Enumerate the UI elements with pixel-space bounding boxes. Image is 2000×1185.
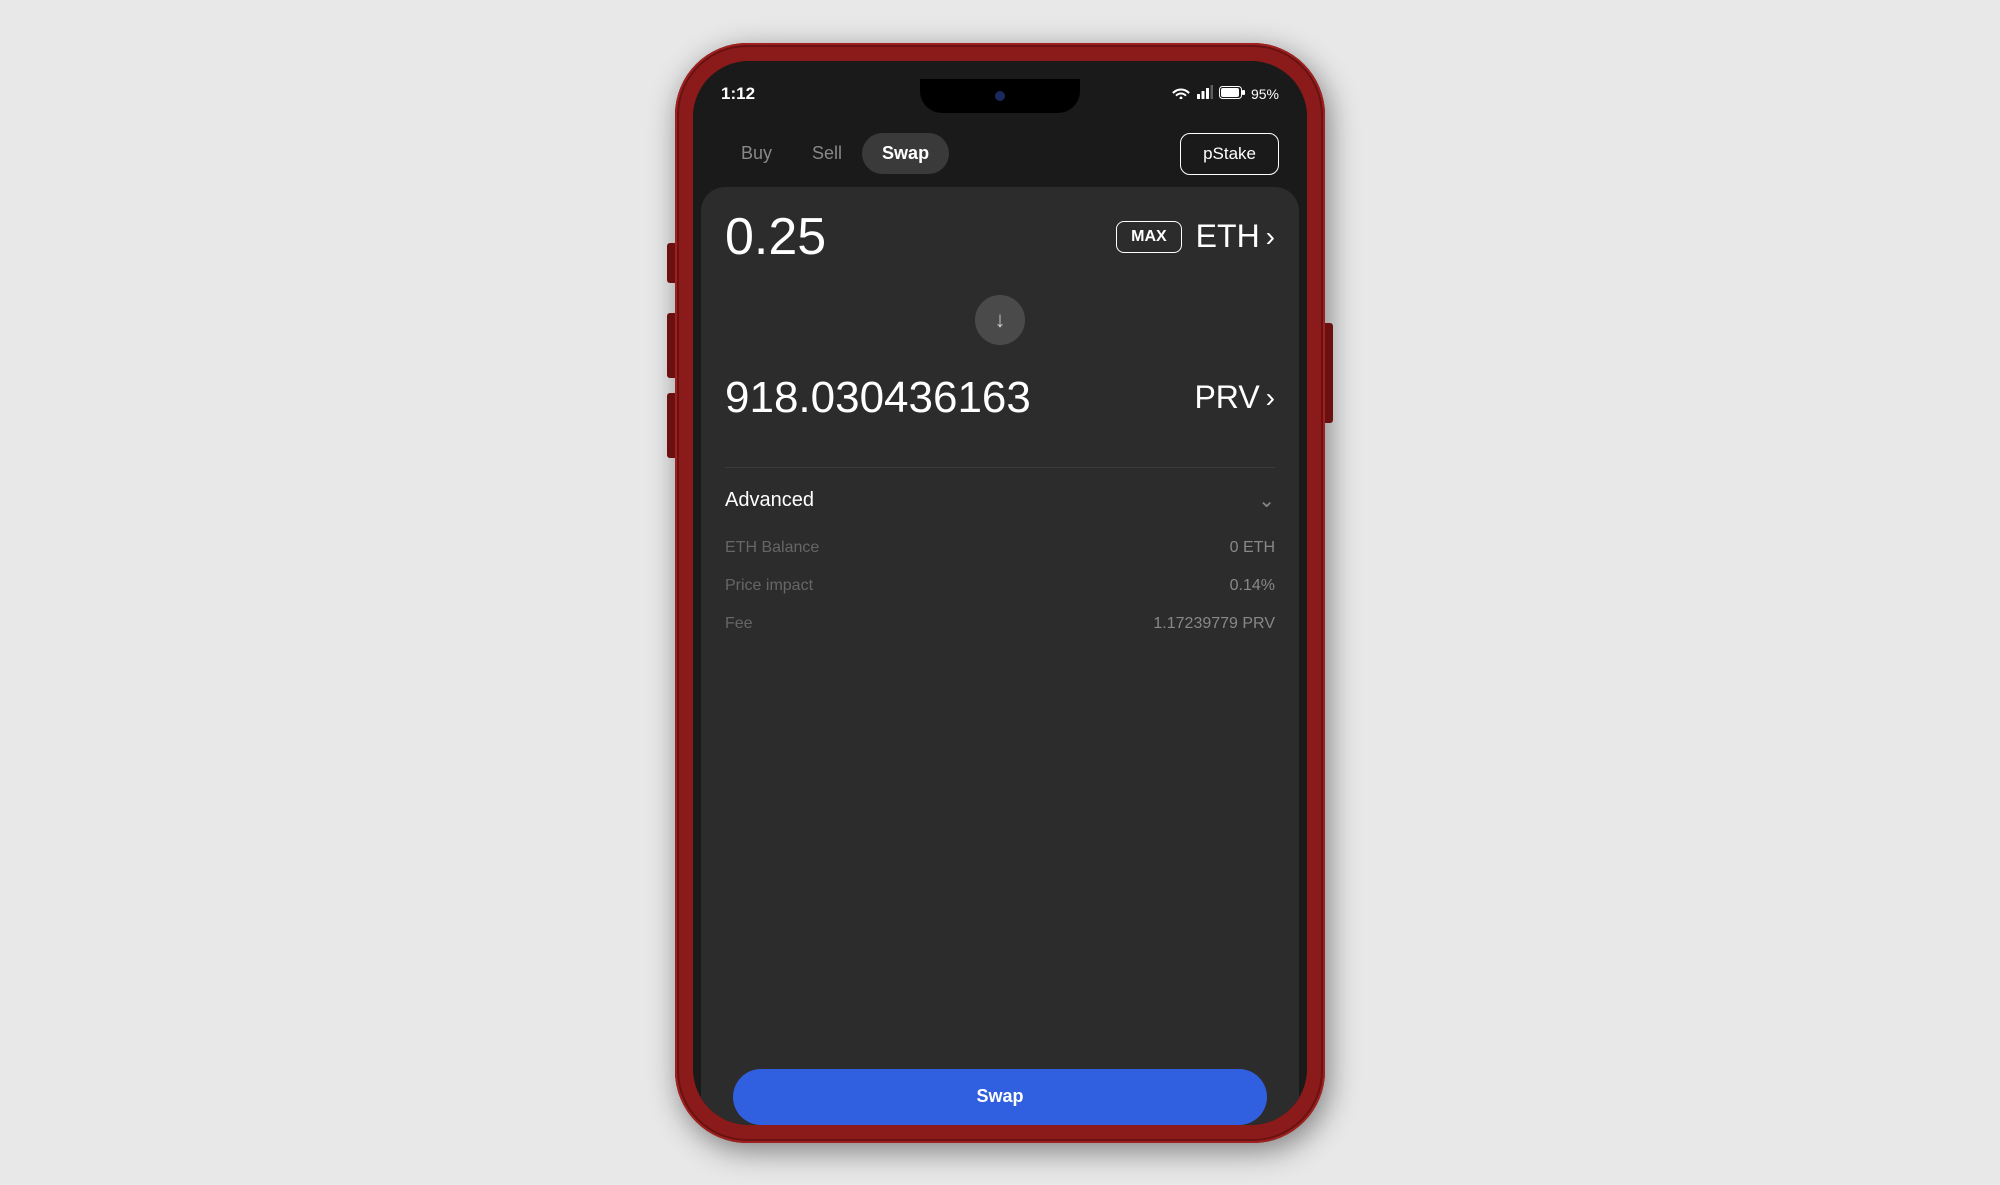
swap-button-wrap: Swap: [725, 1057, 1275, 1125]
tab-swap[interactable]: Swap: [862, 133, 949, 174]
advanced-section: Advanced ⌄ ETH Balance 0 ETH Price impac…: [725, 467, 1275, 643]
detail-row-eth-balance: ETH Balance 0 ETH: [725, 529, 1275, 567]
to-token-selector[interactable]: PRV ›: [1194, 379, 1275, 416]
tab-buy[interactable]: Buy: [721, 133, 792, 174]
advanced-header[interactable]: Advanced ⌄: [725, 488, 1275, 529]
tab-sell[interactable]: Sell: [792, 133, 862, 174]
to-token-chevron: ›: [1266, 382, 1275, 414]
chevron-down-icon: ⌄: [1258, 488, 1275, 513]
status-time: 1:12: [721, 84, 755, 104]
volume-up-button: [667, 313, 675, 378]
pstake-button[interactable]: pStake: [1180, 133, 1279, 175]
from-token-chevron: ›: [1266, 221, 1275, 253]
price-impact-value: 0.14%: [1230, 577, 1275, 595]
detail-row-price-impact: Price impact 0.14%: [725, 567, 1275, 605]
wifi-icon: [1171, 85, 1191, 102]
battery-percent: 95%: [1251, 86, 1279, 102]
volume-down-button: [667, 393, 675, 458]
notch: [920, 79, 1080, 113]
phone-scene: 1:12: [675, 43, 1325, 1143]
eth-balance-value: 0 ETH: [1230, 539, 1275, 557]
swap-direction-button[interactable]: ↓: [975, 295, 1025, 345]
battery-icon: [1219, 86, 1245, 102]
status-icons: 95%: [1171, 85, 1279, 102]
to-amount[interactable]: 918.030436163: [725, 373, 1031, 423]
nav-tabs: Buy Sell Swap pStake: [693, 113, 1307, 187]
front-camera: [995, 91, 1005, 101]
from-token-label: ETH: [1196, 218, 1260, 255]
fee-label: Fee: [725, 615, 753, 633]
to-token-label: PRV: [1194, 379, 1259, 416]
max-button[interactable]: MAX: [1116, 221, 1182, 253]
to-amount-row: 918.030436163 PRV ›: [725, 353, 1275, 443]
detail-row-fee: Fee 1.17239779 PRV: [725, 605, 1275, 643]
silent-button: [667, 243, 675, 283]
power-button: [1325, 323, 1333, 423]
swap-submit-button[interactable]: Swap: [733, 1069, 1267, 1125]
eth-balance-label: ETH Balance: [725, 539, 819, 557]
main-area: 0.25 MAX ETH › ↓: [693, 187, 1307, 1125]
from-token-selector[interactable]: ETH ›: [1196, 218, 1275, 255]
signal-icon: [1197, 85, 1213, 102]
advanced-label: Advanced: [725, 489, 814, 512]
from-controls: MAX ETH ›: [1116, 218, 1275, 255]
price-impact-label: Price impact: [725, 577, 813, 595]
swap-submit-label: Swap: [976, 1086, 1023, 1107]
from-amount[interactable]: 0.25: [725, 207, 826, 267]
fee-value: 1.17239779 PRV: [1153, 615, 1275, 633]
arrow-down-icon: ↓: [995, 307, 1006, 333]
from-amount-row: 0.25 MAX ETH ›: [725, 187, 1275, 287]
swap-direction-wrap: ↓: [725, 287, 1275, 353]
screen: 1:12: [693, 61, 1307, 1125]
